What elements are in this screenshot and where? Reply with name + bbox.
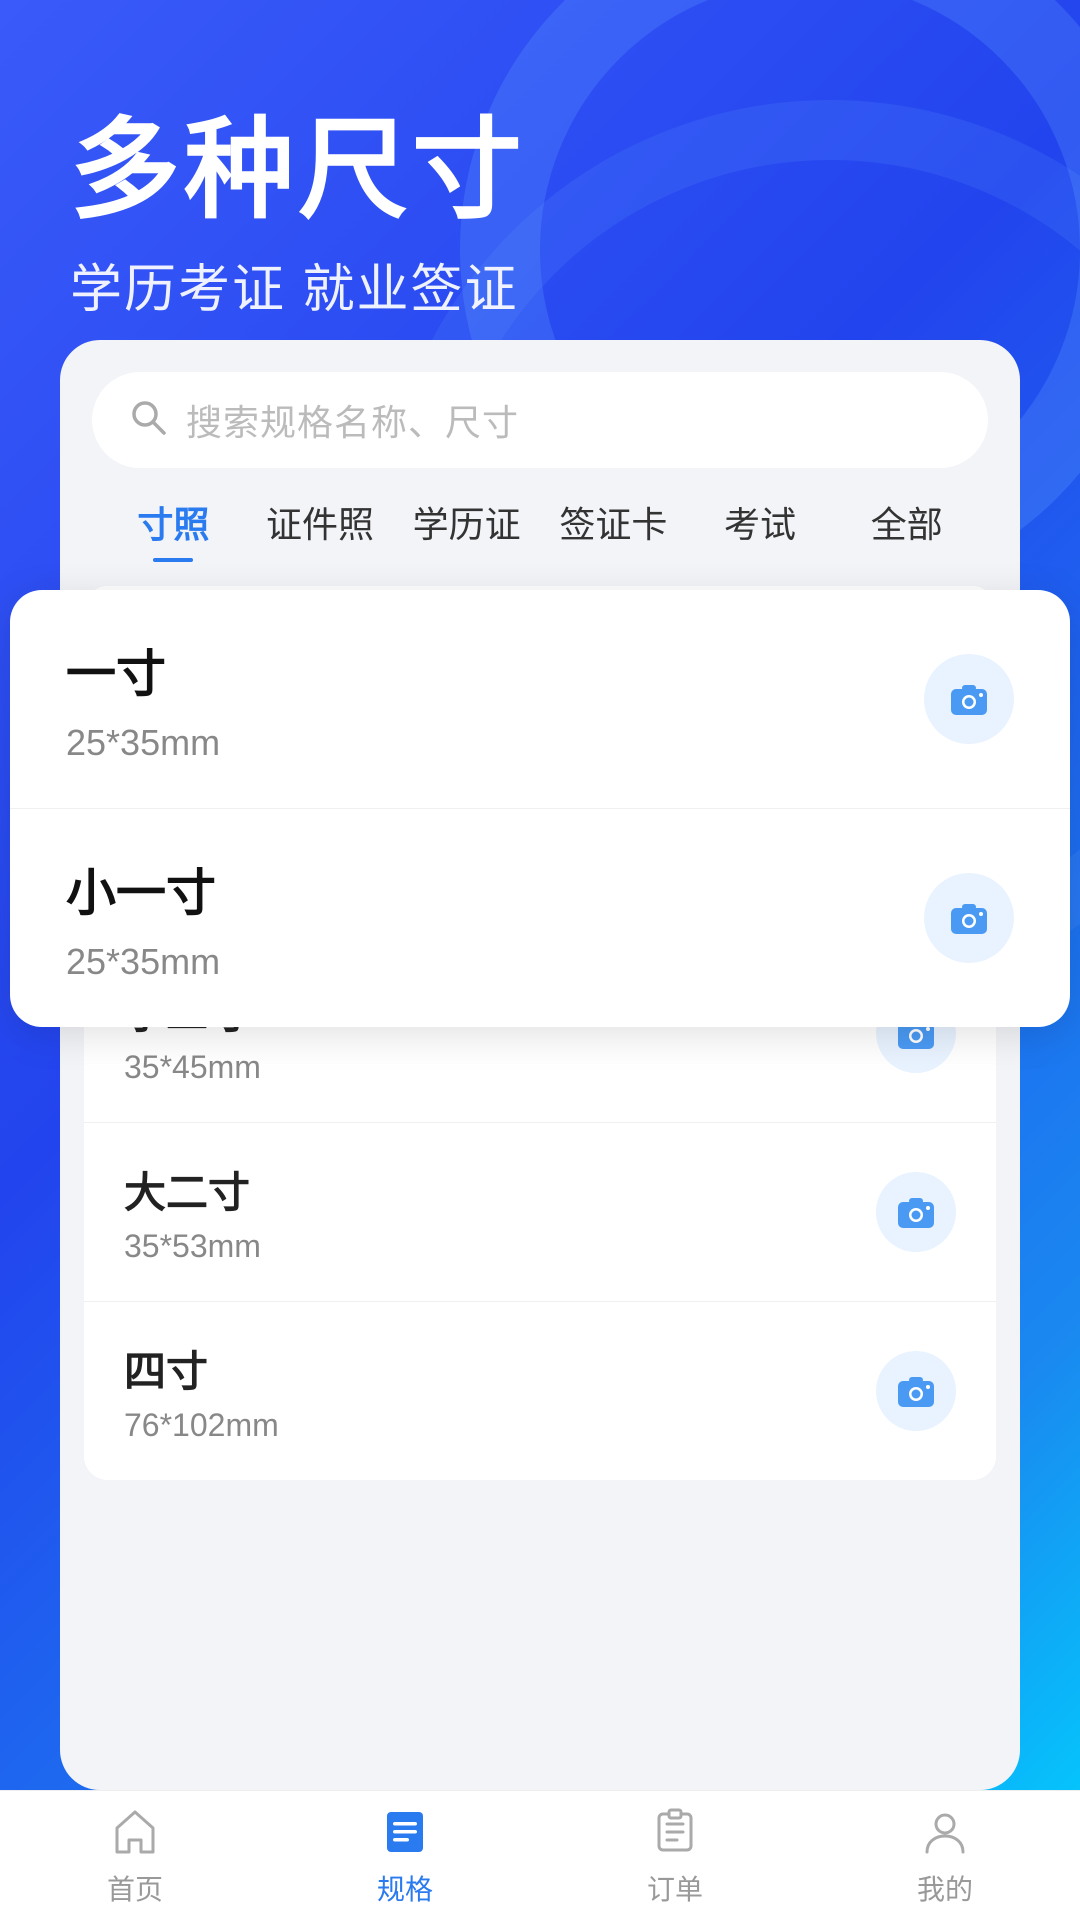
- tab-qian-zheng[interactable]: 签证卡: [540, 496, 687, 562]
- item-size-da-er-cun: 35*53mm: [124, 1228, 261, 1265]
- nav-home-label: 首页: [107, 1868, 163, 1908]
- tab-quan-bu[interactable]: 全部: [833, 496, 980, 562]
- tab-zheng-jian[interactable]: 证件照: [247, 496, 394, 562]
- mine-icon: [917, 1804, 973, 1860]
- expanded-text-xiao-yi-cun: 小一寸 25*35mm: [66, 853, 220, 983]
- expanded-item-xiao-yi-cun[interactable]: 小一寸 25*35mm: [10, 809, 1070, 1027]
- item-text-da-er-cun: 大二寸 35*53mm: [124, 1159, 261, 1265]
- list-item-si-cun[interactable]: 四寸 76*102mm: [84, 1302, 996, 1480]
- tab-bar: 寸照 证件照 学历证 签证卡 考试 全部: [60, 468, 1020, 562]
- item-text-si-cun: 四寸 76*102mm: [124, 1338, 279, 1444]
- header-title: 多种尺寸: [70, 110, 526, 231]
- camera-btn-si-cun[interactable]: [876, 1351, 956, 1431]
- camera-btn-expanded-xiao-yi-cun[interactable]: [924, 873, 1014, 963]
- search-bar-wrap: 搜索规格名称、尺寸: [60, 340, 1020, 468]
- nav-order[interactable]: 订单: [647, 1804, 703, 1908]
- item-size-xiao-er-cun: 35*45mm: [124, 1049, 261, 1086]
- search-icon: [128, 397, 168, 444]
- search-placeholder: 搜索规格名称、尺寸: [186, 394, 519, 446]
- tab-cun-zhao[interactable]: 寸照: [100, 496, 247, 562]
- item-name-si-cun: 四寸: [124, 1338, 279, 1399]
- nav-order-label: 订单: [647, 1868, 703, 1908]
- nav-mine-label: 我的: [917, 1868, 973, 1908]
- expanded-name-xiao-yi-cun: 小一寸: [66, 853, 220, 925]
- expanded-name-yi-cun: 一寸: [66, 634, 220, 706]
- tab-kao-shi[interactable]: 考试: [687, 496, 834, 562]
- expanded-size-yi-cun: 25*35mm: [66, 722, 220, 764]
- nav-spec[interactable]: 规格: [377, 1804, 433, 1908]
- search-bar[interactable]: 搜索规格名称、尺寸: [92, 372, 988, 468]
- expanded-text-yi-cun: 一寸 25*35mm: [66, 634, 220, 764]
- home-icon: [107, 1804, 163, 1860]
- tab-xue-li[interactable]: 学历证: [393, 496, 540, 562]
- list-item-da-er-cun[interactable]: 大二寸 35*53mm: [84, 1123, 996, 1302]
- camera-btn-da-er-cun[interactable]: [876, 1172, 956, 1252]
- expanded-item-yi-cun[interactable]: 一寸 25*35mm: [10, 590, 1070, 809]
- expanded-size-xiao-yi-cun: 25*35mm: [66, 941, 220, 983]
- main-card: 搜索规格名称、尺寸 寸照 证件照 学历证 签证卡 考试 全部 一寸 25*35m…: [60, 340, 1020, 1790]
- nav-spec-label: 规格: [377, 1868, 433, 1908]
- nav-home[interactable]: 首页: [107, 1804, 163, 1908]
- item-name-da-er-cun: 大二寸: [124, 1159, 261, 1220]
- nav-mine[interactable]: 我的: [917, 1804, 973, 1908]
- order-icon: [647, 1804, 703, 1860]
- header-subtitle: 学历考证 就业签证: [70, 247, 526, 322]
- camera-btn-expanded-yi-cun[interactable]: [924, 654, 1014, 744]
- bottom-nav: 首页 规格 订单: [0, 1790, 1080, 1920]
- expanded-card: 一寸 25*35mm 小一寸 25*35mm: [10, 590, 1070, 1027]
- item-size-si-cun: 76*102mm: [124, 1407, 279, 1444]
- spec-icon: [377, 1804, 433, 1860]
- header: 多种尺寸 学历考证 就业签证: [70, 110, 526, 322]
